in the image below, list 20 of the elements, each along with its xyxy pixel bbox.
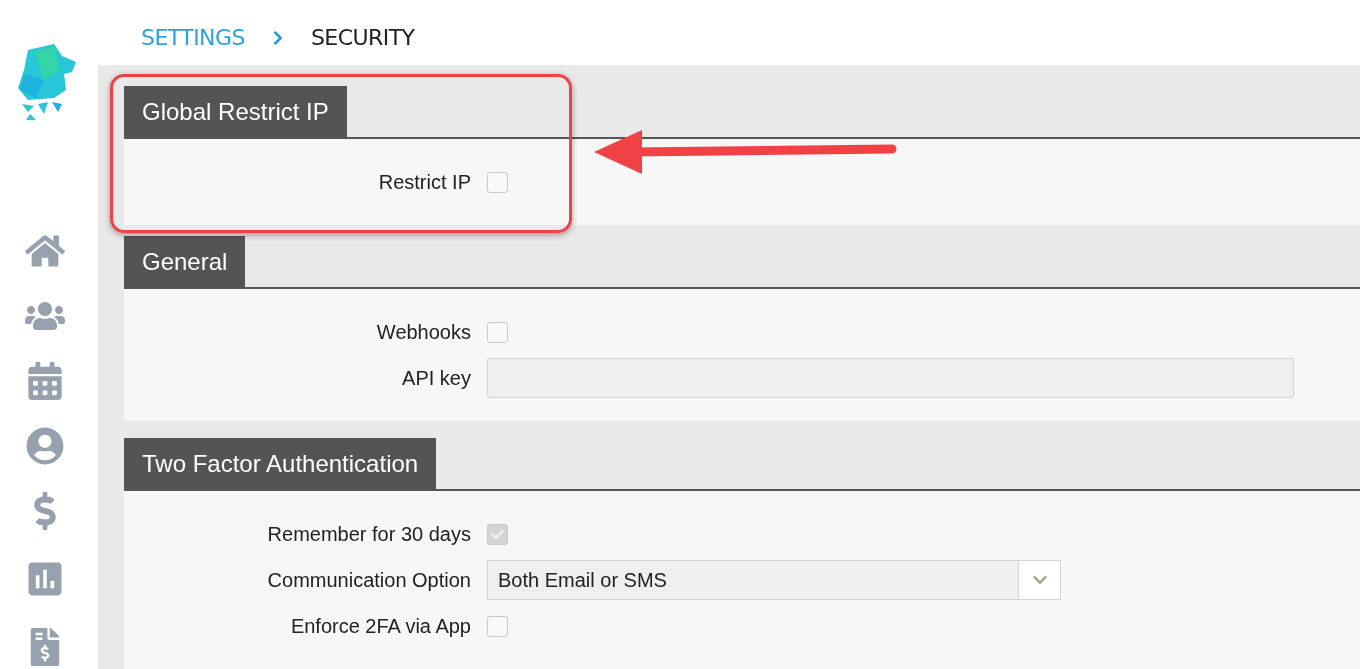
checkbox[interactable] <box>487 171 508 193</box>
field-label: Webhooks <box>375 320 472 345</box>
home-icon[interactable] <box>25 232 65 270</box>
field-label: Enforce 2FA via App <box>289 614 472 639</box>
check-icon <box>491 527 504 541</box>
calendar-icon[interactable] <box>25 362 65 400</box>
input-field[interactable] <box>487 358 1294 398</box>
invoice-icon[interactable] <box>28 628 62 666</box>
field-label: Communication Option <box>266 568 472 593</box>
breadcrumb-link[interactable]: SECURITY <box>310 21 415 54</box>
checkbox[interactable] <box>487 615 508 637</box>
field-label: Remember for 30 days <box>266 522 472 547</box>
dropdown[interactable]: Both Email or SMS <box>487 560 1061 600</box>
section-title: Two Factor Authentication <box>124 438 437 489</box>
section-title: Global Restrict IP <box>124 86 347 137</box>
field-label: Restrict IP <box>377 170 472 195</box>
user-icon[interactable] <box>25 427 65 465</box>
checkbox[interactable] <box>487 321 508 343</box>
section-title: General <box>124 236 246 287</box>
field-label: API key <box>401 366 472 391</box>
